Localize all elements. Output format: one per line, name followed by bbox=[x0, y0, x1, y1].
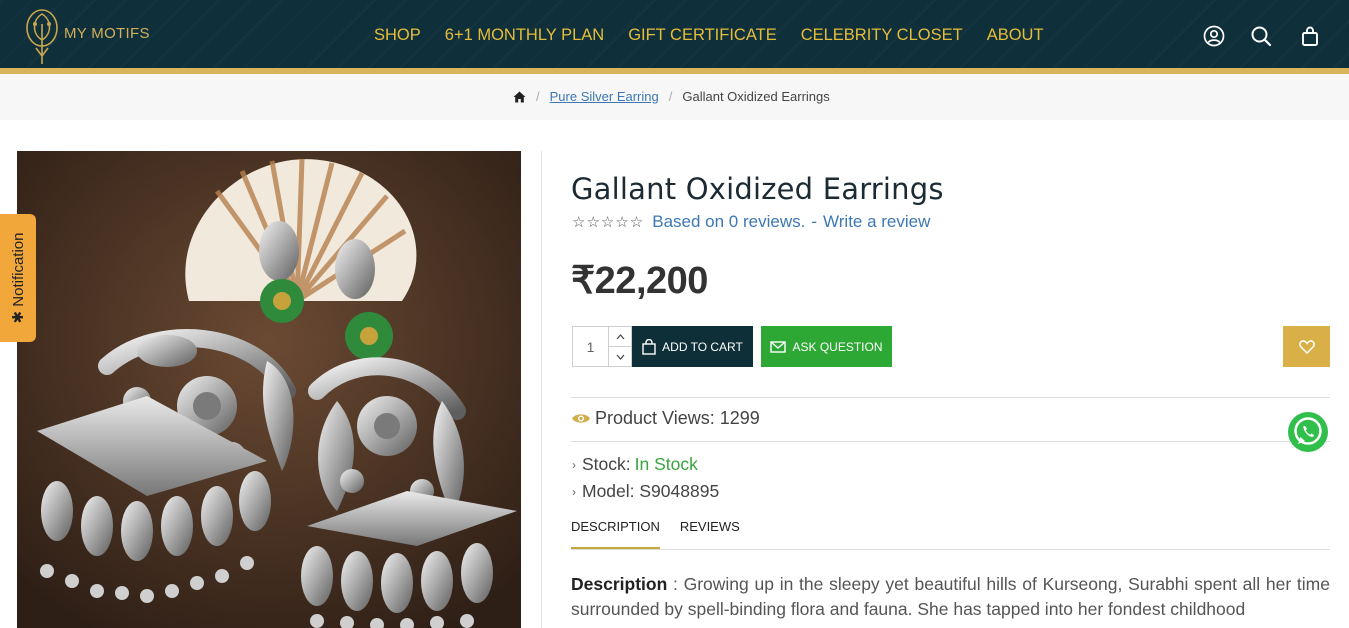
chevron-up-icon bbox=[616, 333, 624, 339]
quantity-decrease-button[interactable] bbox=[609, 346, 631, 366]
breadcrumb-current: Gallant Oxidized Earrings bbox=[682, 89, 830, 104]
home-icon[interactable] bbox=[513, 91, 526, 103]
nav-celebrity-closet[interactable]: CELEBRITY CLOSET bbox=[801, 26, 963, 45]
eye-icon bbox=[572, 414, 590, 423]
divider bbox=[571, 441, 1330, 442]
product-views: Product Views: 1299 bbox=[571, 408, 760, 429]
shopping-bag-icon bbox=[642, 338, 656, 355]
tabs-divider bbox=[571, 549, 1330, 550]
stock-label: Stock: bbox=[582, 454, 631, 474]
column-divider bbox=[541, 151, 542, 628]
notification-tab[interactable]: ✱ Notification bbox=[0, 214, 36, 342]
product-price: ₹22,200 bbox=[571, 260, 708, 302]
write-review-link[interactable]: Write a review bbox=[823, 212, 930, 232]
logo-emblem-icon bbox=[26, 9, 58, 64]
chevron-down-icon bbox=[616, 354, 624, 360]
notification-label: Notification bbox=[10, 232, 27, 307]
main-nav: SHOP 6+1 MONTHLY PLAN GIFT CERTIFICATE C… bbox=[374, 26, 1068, 45]
wishlist-button[interactable] bbox=[1283, 326, 1330, 367]
product-tabs: DESCRIPTION REVIEWS bbox=[571, 519, 760, 549]
quantity-stepper bbox=[572, 326, 632, 367]
product-views-text: Product Views: 1299 bbox=[595, 408, 760, 428]
whatsapp-icon[interactable] bbox=[1287, 411, 1329, 453]
review-separator: - bbox=[811, 212, 818, 231]
model-label: Model: S9048895 bbox=[582, 481, 720, 501]
logo-text: MY MOTIFS bbox=[64, 24, 150, 42]
nav-shop[interactable]: SHOP bbox=[374, 26, 421, 45]
add-to-cart-label: ADD TO CART bbox=[662, 339, 743, 354]
breadcrumb-separator: / bbox=[668, 89, 673, 104]
description-text: : Growing up in the sleepy yet beautiful… bbox=[571, 574, 1330, 619]
stock-status: In Stock bbox=[634, 454, 698, 474]
envelope-icon bbox=[770, 340, 787, 353]
quantity-increase-button[interactable] bbox=[609, 327, 631, 346]
stock-info: › Stock: In Stock bbox=[572, 454, 698, 475]
cart-icon[interactable] bbox=[1298, 24, 1322, 48]
tab-description[interactable]: DESCRIPTION bbox=[571, 519, 660, 549]
reviews-count-link[interactable]: Based on 0 reviews. bbox=[652, 212, 805, 232]
site-header: MY MOTIFS SHOP 6+1 MONTHLY PLAN GIFT CER… bbox=[0, 0, 1349, 68]
breadcrumb-separator: / bbox=[536, 89, 540, 104]
description-heading: Description bbox=[571, 574, 668, 594]
heart-icon bbox=[1298, 339, 1315, 354]
ask-question-button[interactable]: ASK QUESTION bbox=[761, 326, 892, 367]
account-icon[interactable] bbox=[1202, 24, 1226, 48]
tab-reviews[interactable]: REVIEWS bbox=[680, 519, 740, 549]
product-image[interactable] bbox=[17, 151, 521, 628]
quantity-input[interactable] bbox=[573, 327, 608, 366]
product-description: Description : Growing up in the sleepy y… bbox=[571, 572, 1330, 622]
rating-stars-icon: ☆☆☆☆☆ bbox=[572, 214, 645, 231]
breadcrumb-category-link[interactable]: Pure Silver Earring bbox=[550, 89, 659, 104]
divider bbox=[571, 397, 1330, 398]
nav-gift-certificate[interactable]: GIFT CERTIFICATE bbox=[628, 26, 777, 45]
search-icon[interactable] bbox=[1249, 24, 1273, 48]
product-title: Gallant Oxidized Earrings bbox=[571, 172, 944, 206]
nav-monthly-plan[interactable]: 6+1 MONTHLY PLAN bbox=[445, 26, 604, 45]
breadcrumb: / Pure Silver Earring / Gallant Oxidized… bbox=[0, 74, 1349, 120]
add-to-cart-button[interactable]: ADD TO CART bbox=[632, 326, 753, 367]
model-info: › Model: S9048895 bbox=[572, 481, 719, 502]
chevron-right-icon: › bbox=[572, 484, 576, 499]
product-rating: ☆☆☆☆☆ Based on 0 reviews. - Write a revi… bbox=[572, 212, 930, 232]
star-icon: ✱ bbox=[10, 310, 27, 324]
earrings-photo bbox=[17, 151, 521, 628]
ask-question-label: ASK QUESTION bbox=[792, 339, 883, 354]
chevron-right-icon: › bbox=[572, 457, 576, 472]
logo[interactable]: MY MOTIFS bbox=[22, 6, 150, 66]
nav-about[interactable]: ABOUT bbox=[987, 26, 1044, 45]
